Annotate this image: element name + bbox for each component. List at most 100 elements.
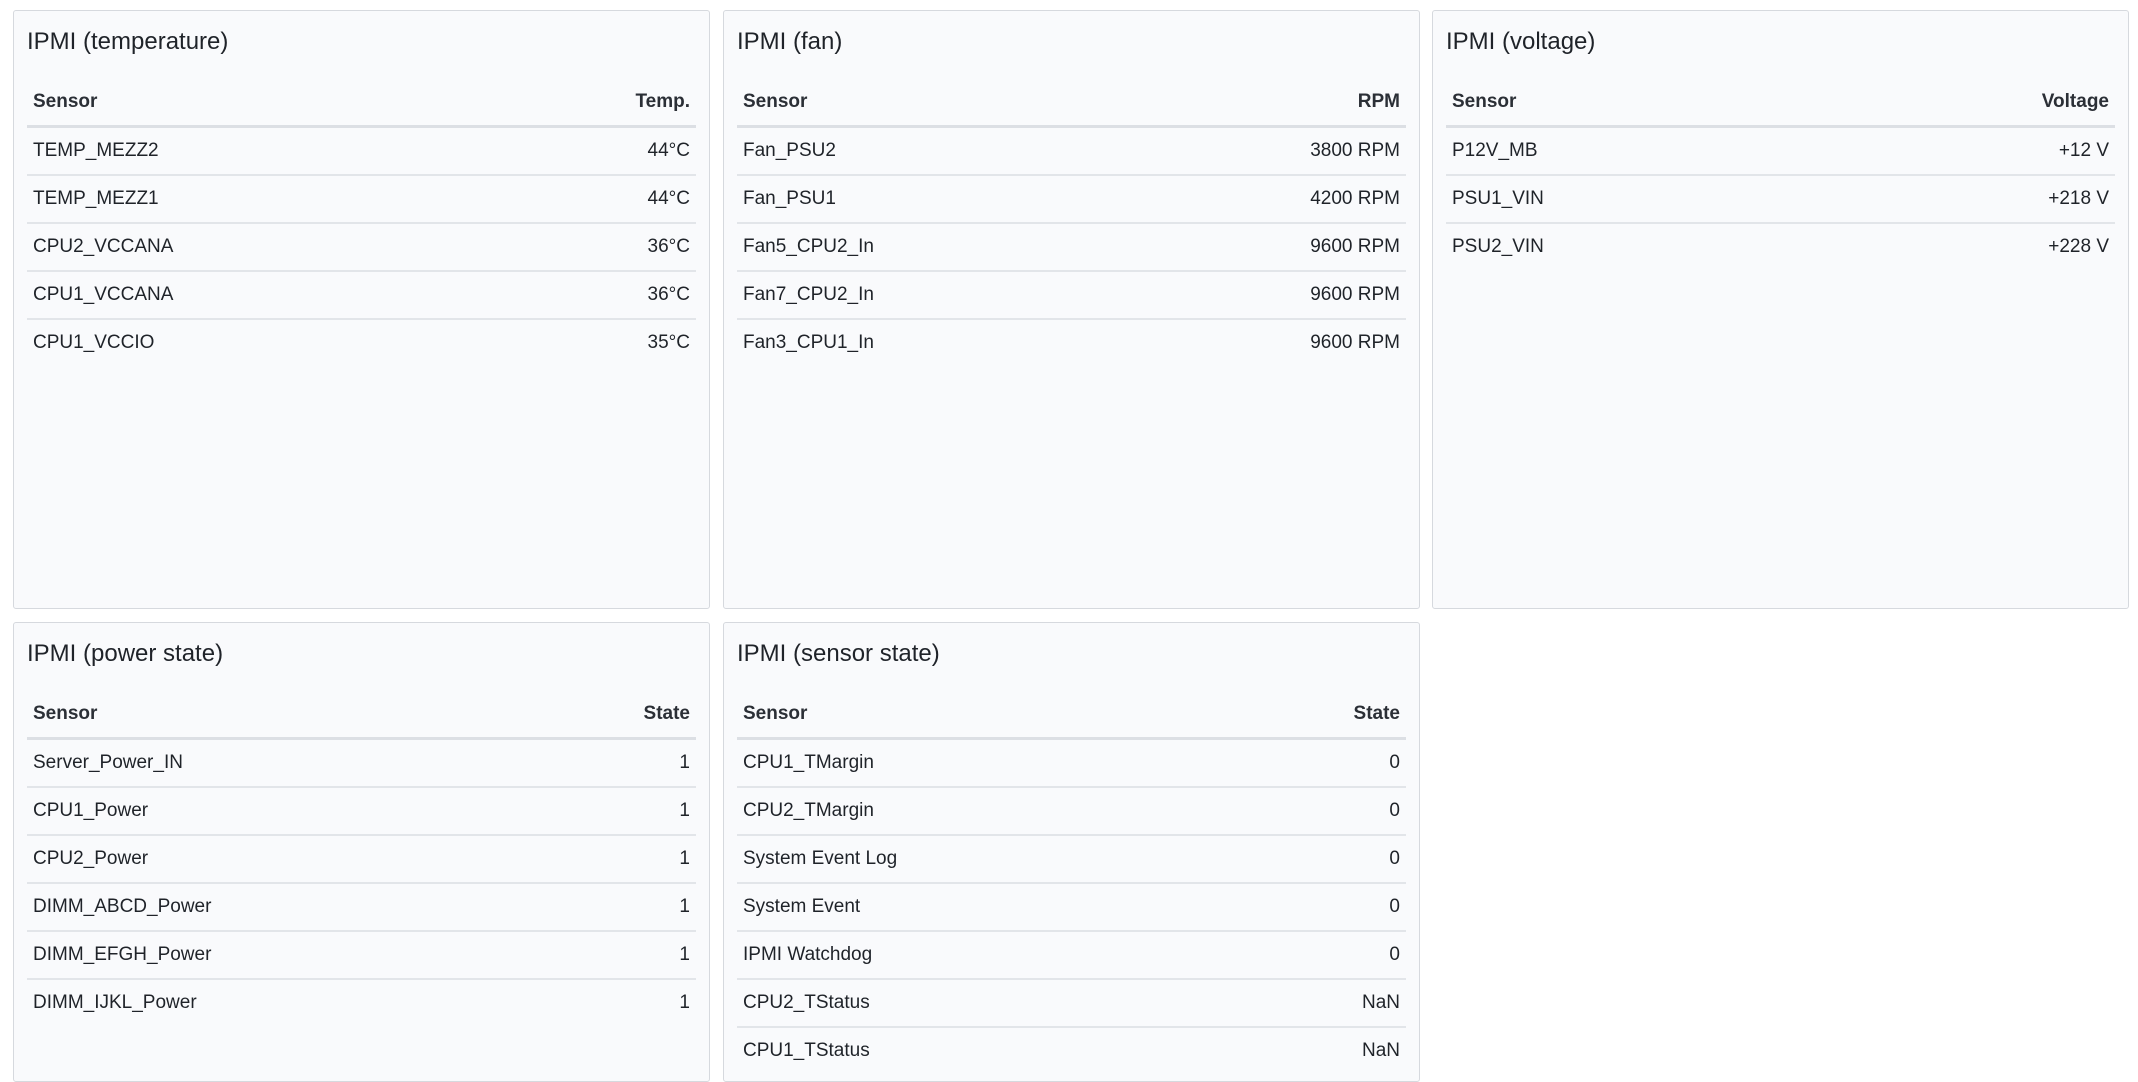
table-row: CPU1_Power 1 — [27, 787, 696, 836]
table-row: IPMI Watchdog 0 — [737, 931, 1406, 980]
table-row: PSU2_VIN +228 V — [1446, 223, 2115, 270]
table-row: TEMP_MEZZ1 44°C — [27, 175, 696, 224]
column-header-sensor[interactable]: Sensor — [27, 691, 539, 740]
table-row: CPU1_TStatus NaN — [737, 1027, 1406, 1074]
column-header-sensor[interactable]: Sensor — [1446, 79, 1826, 128]
sensor-value-cell: 9600 RPM — [1310, 332, 1400, 353]
sensor-value-cell: 1 — [538, 835, 696, 884]
sensor-name-cell: CPU1_TMargin — [737, 738, 1232, 788]
sensor-value-cell: 9600 RPM — [1127, 223, 1406, 272]
sensor-value-cell: 44°C — [492, 126, 696, 176]
table-header-row: Sensor Temp. — [27, 79, 696, 128]
sensor-name-cell: PSU2_VIN — [1452, 236, 1544, 257]
sensor-value-cell: 44°C — [492, 175, 696, 224]
sensor-name-cell: System Event — [737, 883, 1232, 932]
sensor-value-cell: NaN — [1231, 979, 1406, 1028]
sensor-name-cell: P12V_MB — [1446, 126, 1826, 176]
table-row: System Event 0 — [737, 883, 1406, 932]
sensor-name-cell: CPU2_VCCANA — [27, 223, 493, 272]
table-row: CPU1_VCCANA 36°C — [27, 271, 696, 320]
sensor-value-cell: 0 — [1231, 835, 1406, 884]
sensor-table: Sensor RPM Fan_PSU2 3800 RPM Fan_PSU1 4200 … — [737, 79, 1406, 366]
table-row: CPU1_VCCIO 35°C — [27, 319, 696, 366]
sensor-name-cell: CPU1_Power — [27, 787, 539, 836]
sensor-table: Sensor State Server_Power_IN 1 CPU1_Power 1… — [27, 691, 696, 1026]
panel-ipmi-fan: IPMI (fan) Sensor RPM Fan_PSU2 3800 RPM Fa… — [723, 10, 1420, 609]
sensor-name-cell: PSU1_VIN — [1446, 175, 1826, 224]
sensor-name-cell: DIMM_IJKL_Power — [33, 992, 197, 1013]
sensor-name-cell: CPU2_Power — [27, 835, 539, 884]
sensor-value-cell: +228 V — [2048, 236, 2109, 257]
sensor-name-cell: CPU1_VCCIO — [33, 332, 155, 353]
sensor-table: Sensor Voltage P12V_MB +12 V PSU1_VIN +218 … — [1446, 79, 2115, 270]
sensor-value-cell: 1 — [538, 738, 696, 788]
sensor-table: Sensor Temp. TEMP_MEZZ2 44°C TEMP_MEZZ1 44°… — [27, 79, 696, 366]
panel-title: IPMI (temperature) — [27, 28, 229, 55]
table-row: DIMM_IJKL_Power 1 — [27, 979, 696, 1026]
column-header-value[interactable]: State — [538, 691, 696, 740]
column-header-sensor[interactable]: Sensor — [737, 691, 1232, 740]
sensor-value-cell: 36°C — [492, 223, 696, 272]
sensor-value-cell: 0 — [1231, 738, 1406, 788]
panel-title: IPMI (power state) — [27, 640, 224, 667]
sensor-value-cell: 9600 RPM — [1127, 271, 1406, 320]
column-header-sensor[interactable]: Sensor — [27, 79, 493, 128]
table-row: P12V_MB +12 V — [1446, 126, 2115, 176]
sensor-value-cell: 3800 RPM — [1127, 126, 1406, 176]
sensor-name-cell: TEMP_MEZZ2 — [27, 126, 493, 176]
table-header-row: Sensor Voltage — [1446, 79, 2115, 128]
table-header-row: Sensor State — [27, 691, 696, 740]
table-row: Fan7_CPU2_In 9600 RPM — [737, 271, 1406, 320]
table-row: CPU2_VCCANA 36°C — [27, 223, 696, 272]
sensor-name-cell: Fan7_CPU2_In — [737, 271, 1128, 320]
column-header-value[interactable]: State — [1231, 691, 1406, 740]
sensor-value-cell: 0 — [1231, 883, 1406, 932]
sensor-name-cell: Server_Power_IN — [27, 738, 539, 788]
sensor-name-cell: IPMI Watchdog — [737, 931, 1232, 980]
sensor-value-cell: 1 — [538, 787, 696, 836]
sensor-name-cell: DIMM_EFGH_Power — [27, 931, 539, 980]
table-row: System Event Log 0 — [737, 835, 1406, 884]
sensor-name-cell: CPU1_VCCANA — [27, 271, 493, 320]
sensor-table: Sensor State CPU1_TMargin 0 CPU2_TMargin 0 S… — [737, 691, 1406, 1074]
column-header-value[interactable]: RPM — [1127, 79, 1406, 128]
sensor-value-cell: +12 V — [1825, 126, 2115, 176]
table-row: Fan_PSU1 4200 RPM — [737, 175, 1406, 224]
sensor-value-cell: 1 — [679, 992, 690, 1013]
panel-title: IPMI (voltage) — [1446, 28, 1596, 55]
panel-ipmi-temperature: IPMI (temperature) Sensor Temp. TEMP_MEZ… — [13, 10, 710, 609]
table-row: CPU2_Power 1 — [27, 835, 696, 884]
panel-title: IPMI (fan) — [737, 28, 843, 55]
table-row: DIMM_EFGH_Power 1 — [27, 931, 696, 980]
sensor-name-cell: CPU2_TMargin — [737, 787, 1232, 836]
sensor-value-cell: 36°C — [492, 271, 696, 320]
column-header-sensor[interactable]: Sensor — [737, 79, 1128, 128]
sensor-value-cell: +218 V — [1825, 175, 2115, 224]
sensor-value-cell: 35°C — [647, 332, 690, 353]
sensor-value-cell: 4200 RPM — [1127, 175, 1406, 224]
table-row: CPU2_TMargin 0 — [737, 787, 1406, 836]
sensor-name-cell: TEMP_MEZZ1 — [27, 175, 493, 224]
table-row: Fan5_CPU2_In 9600 RPM — [737, 223, 1406, 272]
sensor-value-cell: 1 — [538, 883, 696, 932]
table-row: Server_Power_IN 1 — [27, 738, 696, 788]
table-row: TEMP_MEZZ2 44°C — [27, 126, 696, 176]
table-row: Fan3_CPU1_In 9600 RPM — [737, 319, 1406, 366]
table-row: CPU2_TStatus NaN — [737, 979, 1406, 1028]
sensor-value-cell: 0 — [1231, 931, 1406, 980]
table-row: Fan_PSU2 3800 RPM — [737, 126, 1406, 176]
sensor-value-cell: 1 — [538, 931, 696, 980]
sensor-name-cell: Fan_PSU1 — [737, 175, 1128, 224]
panel-ipmi-sensor-state: IPMI (sensor state) Sensor State CPU1_TM… — [723, 622, 1420, 1082]
sensor-name-cell: System Event Log — [737, 835, 1232, 884]
table-row: PSU1_VIN +218 V — [1446, 175, 2115, 224]
column-header-value[interactable]: Voltage — [1825, 79, 2115, 128]
sensor-name-cell: Fan5_CPU2_In — [737, 223, 1128, 272]
table-row: CPU1_TMargin 0 — [737, 738, 1406, 788]
sensor-name-cell: CPU1_TStatus — [743, 1040, 870, 1061]
column-header-value[interactable]: Temp. — [492, 79, 696, 128]
sensor-name-cell: Fan_PSU2 — [737, 126, 1128, 176]
sensor-name-cell: DIMM_ABCD_Power — [27, 883, 539, 932]
table-header-row: Sensor RPM — [737, 79, 1406, 128]
panel-ipmi-voltage: IPMI (voltage) Sensor Voltage P12V_MB +12… — [1432, 10, 2129, 609]
